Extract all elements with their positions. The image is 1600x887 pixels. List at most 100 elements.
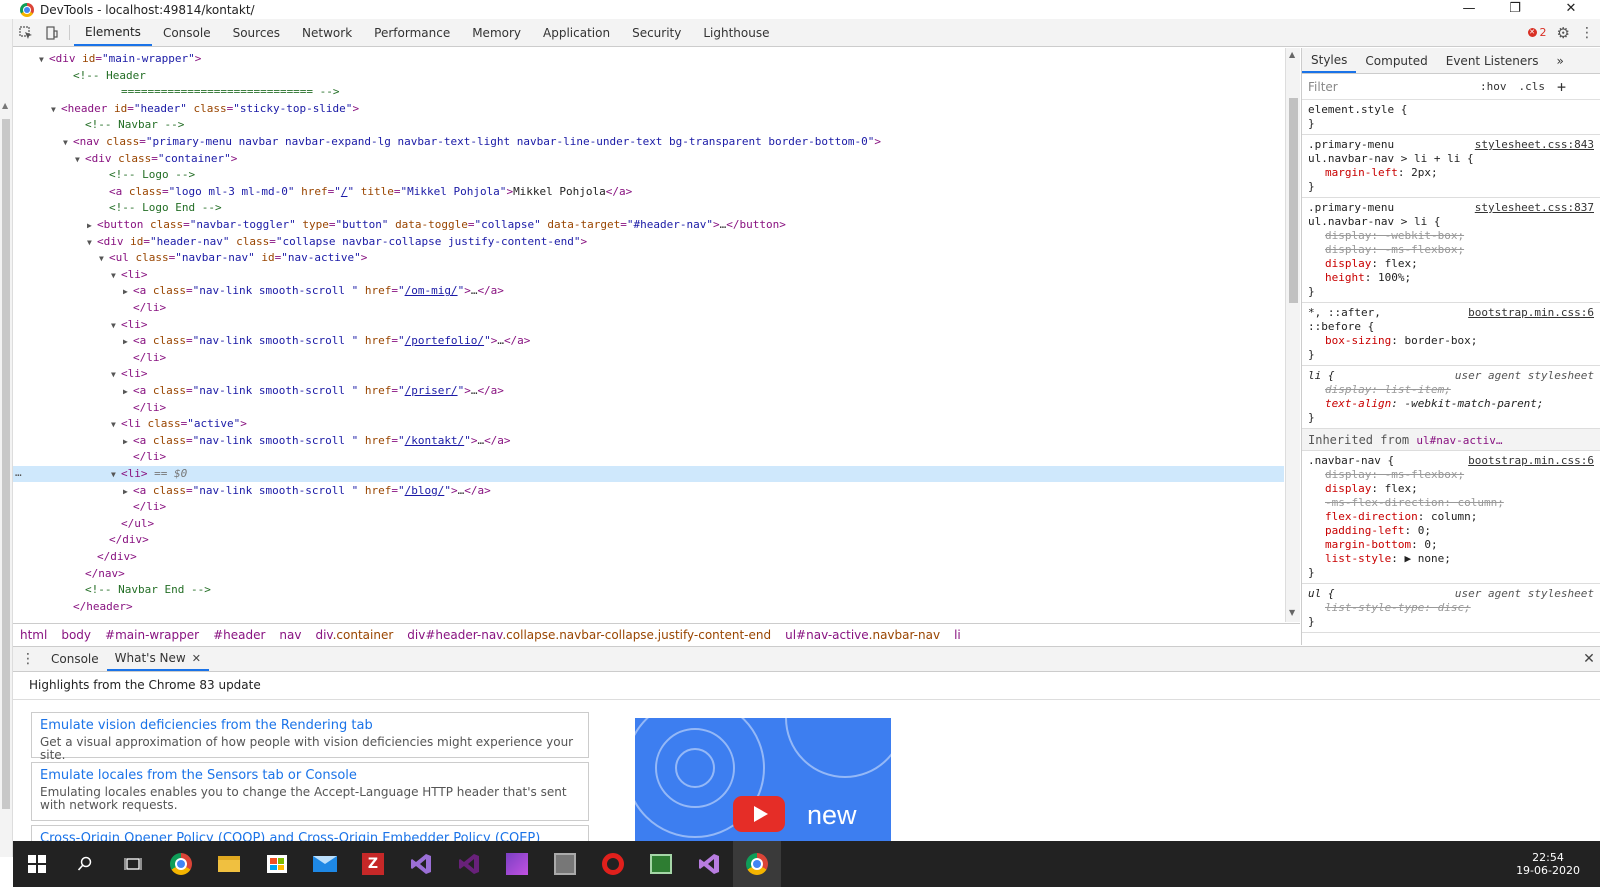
youtube-play-icon[interactable] [733, 796, 785, 832]
dom-node[interactable]: ▶ <a class="nav-link smooth-scroll " href… [13, 383, 1284, 399]
dom-node[interactable]: ▼ <ul class="navbar-nav" id="nav-active"> [13, 250, 1284, 266]
style-rule[interactable]: li {user agent stylesheet display: list-i… [1302, 366, 1600, 429]
dom-node[interactable]: </header> [13, 599, 1284, 615]
breadcrumb-item[interactable]: div.container [315, 628, 393, 642]
close-tab-icon[interactable]: ✕ [192, 652, 201, 665]
rule-source-link[interactable]: bootstrap.min.css:6 [1468, 454, 1594, 467]
restore-button[interactable]: ❐ [1492, 0, 1538, 19]
scroll-down-arrow-icon[interactable]: ▼ [1289, 608, 1295, 617]
css-value[interactable]: : list-item; [1371, 383, 1450, 396]
css-declaration[interactable]: height: 100%; [1308, 271, 1594, 285]
collapse-triangle-icon[interactable]: ▼ [111, 467, 121, 483]
expand-triangle-icon[interactable]: ▶ [123, 284, 133, 300]
css-declaration[interactable]: flex-direction: column; [1308, 510, 1594, 524]
more-options-icon[interactable]: ⋮ [1580, 25, 1594, 41]
css-value[interactable]: : 0; [1411, 538, 1438, 551]
css-value[interactable]: : column; [1444, 496, 1504, 509]
css-declaration[interactable]: text-align: -webkit-match-parent; [1308, 397, 1594, 411]
chrome-devtools-icon[interactable] [733, 841, 781, 887]
rule-selector[interactable]: ::before { [1308, 320, 1594, 334]
collapse-triangle-icon[interactable]: ▼ [75, 152, 85, 168]
close-drawer-icon[interactable]: ✕ [1578, 647, 1600, 671]
tab-sources[interactable]: Sources [222, 19, 291, 46]
css-declaration[interactable]: display: flex; [1308, 257, 1594, 271]
tab-security[interactable]: Security [621, 19, 692, 46]
breadcrumb-item[interactable]: #main-wrapper [105, 628, 199, 642]
store-icon[interactable] [253, 841, 301, 887]
dom-node[interactable]: ▶ <a class="nav-link smooth-scroll " href… [13, 483, 1284, 499]
dom-node[interactable]: ▼ <header id="header" class="sticky-top-s… [13, 101, 1284, 117]
dom-node[interactable]: </li> [13, 300, 1284, 316]
css-property[interactable]: display [1325, 257, 1371, 270]
visual-studio-alt-icon[interactable] [445, 841, 493, 887]
dom-node[interactable]: </li> [13, 449, 1284, 465]
task-view-icon[interactable] [109, 841, 157, 887]
collapse-triangle-icon[interactable]: ▼ [99, 251, 109, 267]
css-declaration[interactable]: display: -ms-flexbox; [1308, 243, 1594, 257]
tab-memory[interactable]: Memory [461, 19, 532, 46]
dom-node[interactable]: <!-- Navbar End --> [13, 582, 1284, 598]
css-declaration[interactable]: display: -ms-flexbox; [1308, 468, 1594, 482]
rule-selector[interactable]: ul.navbar-nav > li { [1308, 215, 1594, 229]
dom-node-selected[interactable]: ▼ <li> == $0 [13, 466, 1284, 482]
styles-filter-input[interactable] [1308, 76, 1468, 97]
more-tabs-icon[interactable]: » [1547, 48, 1572, 73]
dom-node[interactable]: <a class="logo ml-3 ml-md-0" href="/" ti… [13, 184, 1284, 200]
left-scroll-gutter[interactable]: ▲ [0, 19, 13, 857]
whats-new-video-thumbnail[interactable]: new [635, 718, 891, 841]
css-property[interactable]: padding-left [1325, 524, 1404, 537]
feature-card-title[interactable]: Cross-Origin Opener Policy (COOP) and Cr… [40, 830, 580, 841]
css-property[interactable]: height [1325, 271, 1365, 284]
feature-card-locales[interactable]: Emulate locales from the Sensors tab or … [31, 762, 589, 821]
breadcrumb-item[interactable]: div#header-nav.collapse.navbar-collapse.… [407, 628, 771, 642]
css-value[interactable]: : column; [1418, 510, 1478, 523]
dom-node[interactable]: </nav> [13, 566, 1284, 582]
visual-studio-icon[interactable] [397, 841, 445, 887]
dom-node[interactable]: ▶ <button class="navbar-toggler" type="bu… [13, 217, 1284, 233]
css-declaration[interactable]: margin-left: 2px; [1308, 166, 1594, 180]
css-property[interactable]: margin-bottom [1325, 538, 1411, 551]
device-toolbar-icon[interactable] [39, 19, 65, 46]
css-property[interactable]: display [1325, 229, 1371, 242]
collapse-triangle-icon[interactable]: ▼ [87, 235, 97, 251]
dom-node[interactable]: </li> [13, 400, 1284, 416]
search-icon[interactable] [61, 841, 109, 887]
affinity-icon[interactable] [493, 841, 541, 887]
close-window-button[interactable]: ✕ [1548, 0, 1594, 19]
opera-icon[interactable] [589, 841, 637, 887]
css-property[interactable]: margin-left [1325, 166, 1398, 179]
error-counter[interactable]: ✕ 2 [1527, 26, 1547, 39]
collapse-triangle-icon[interactable]: ▼ [63, 135, 73, 151]
style-rule[interactable]: .navbar-nav {bootstrap.min.css:6 display:… [1302, 451, 1600, 584]
rule-source-link[interactable]: stylesheet.css:843 [1475, 138, 1594, 151]
expand-triangle-icon[interactable]: ▶ [123, 334, 133, 350]
dom-node[interactable]: ▼ <div id="main-wrapper"> [13, 51, 1284, 67]
tab-console[interactable]: Console [152, 19, 222, 46]
css-property[interactable]: flex-direction [1325, 510, 1418, 523]
dom-node[interactable]: ============================= --> [13, 84, 1284, 100]
settings-gear-icon[interactable]: ⚙ [1557, 24, 1570, 42]
dom-node[interactable]: ▶ <a class="nav-link smooth-scroll " href… [13, 433, 1284, 449]
tools-icon[interactable] [541, 841, 589, 887]
css-value[interactable]: : 100%; [1365, 271, 1411, 284]
collapse-triangle-icon[interactable]: ▼ [111, 318, 121, 334]
css-property[interactable]: list-style [1325, 552, 1391, 565]
dom-tree-scrollbar[interactable]: ▲ ▼ [1285, 48, 1300, 622]
inherited-from-node[interactable]: ul#nav-activ… [1416, 434, 1502, 447]
dom-node[interactable]: ▼ <nav class="primary-menu navbar navbar-… [13, 134, 1284, 150]
styles-tab-styles[interactable]: Styles [1302, 48, 1357, 73]
css-property[interactable]: box-sizing [1325, 334, 1391, 347]
css-property[interactable]: display [1325, 383, 1371, 396]
css-declaration[interactable]: list-style: ▶ none; [1308, 552, 1594, 566]
mail-icon[interactable] [301, 841, 349, 887]
tab-elements[interactable]: Elements [74, 19, 152, 46]
expand-triangle-icon[interactable]: ▶ [87, 218, 97, 234]
visual-studio-code-icon[interactable] [685, 841, 733, 887]
css-property[interactable]: display [1325, 482, 1371, 495]
hover-state-button[interactable]: :hov [1480, 80, 1507, 93]
minimize-button[interactable]: — [1446, 0, 1492, 19]
css-property[interactable]: display [1325, 243, 1371, 256]
node-actions-ellipsis-icon[interactable]: … [15, 466, 22, 479]
css-property[interactable]: list-style-type [1325, 601, 1424, 614]
styles-tab-computed[interactable]: Computed [1356, 48, 1436, 73]
